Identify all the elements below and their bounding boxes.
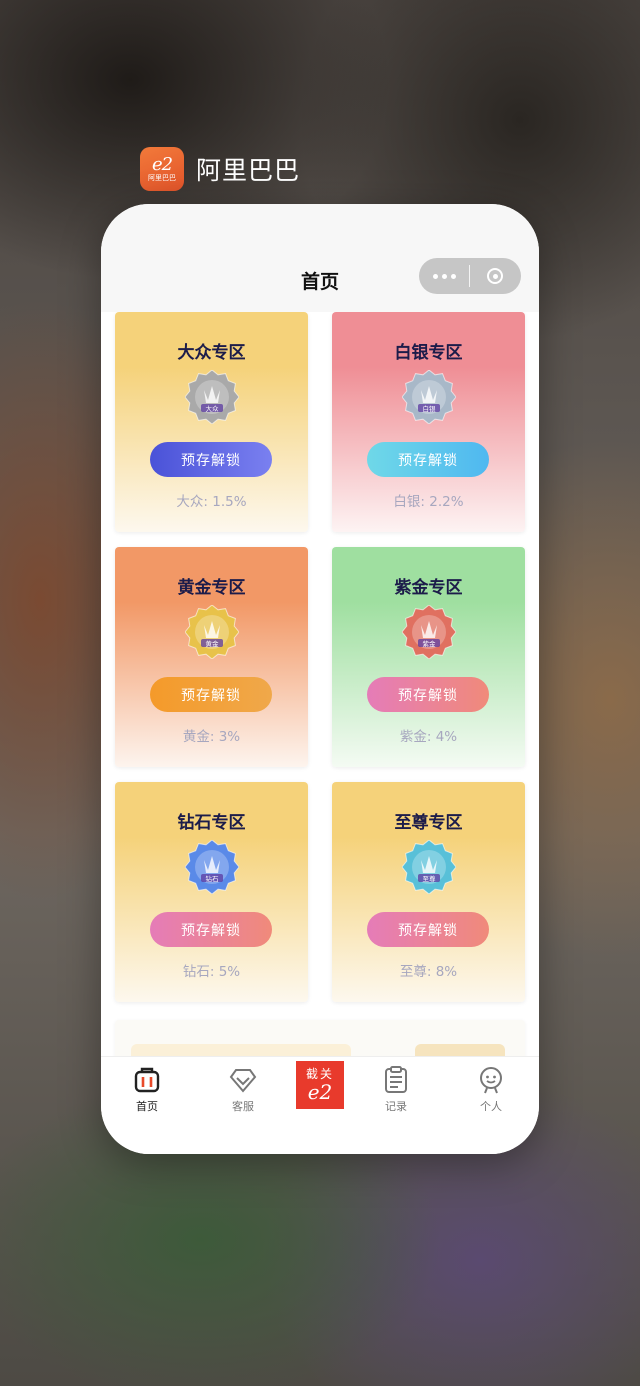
prestore-unlock-button[interactable]: 预存解锁 [150, 677, 272, 712]
rank-badge-icon: 白银 [402, 370, 456, 424]
bottom-tab-bar: 首页 客服 截关 e2 记录 个人 [101, 1056, 539, 1154]
tab-label-home: 首页 [136, 1100, 158, 1113]
tab-service[interactable]: 客服 [199, 1057, 287, 1117]
zone-rate-text: 至尊: 8% [399, 964, 458, 980]
miniprogram-capsule [419, 258, 521, 294]
zone-card[interactable]: 白银专区白银预存解锁白银: 2.2% [332, 312, 525, 532]
tab-profile[interactable]: 个人 [447, 1057, 535, 1117]
tab-center-customs[interactable]: 截关 e2 [296, 1061, 344, 1109]
rank-badge-label: 大众 [206, 404, 220, 413]
zone-card[interactable]: 大众专区大众预存解锁大众: 1.5% [115, 312, 308, 532]
rank-badge-icon: 钻石 [185, 840, 239, 894]
banner-block-left [131, 1044, 351, 1056]
capsule-divider [469, 265, 470, 287]
logo-text: 阿里巴巴 [148, 173, 176, 182]
rank-badge-icon: 大众 [185, 370, 239, 424]
rank-badge-label: 至尊 [423, 874, 437, 883]
tab-home[interactable]: 首页 [103, 1057, 191, 1117]
app-switcher-header: e2 阿里巴巴 阿里巴巴 [140, 147, 300, 191]
zone-rate-text: 紫金: 4% [399, 729, 458, 745]
rank-badge-label: 白银 [423, 404, 437, 413]
rank-badge-icon: 黄金 [185, 605, 239, 659]
prestore-unlock-button[interactable]: 预存解锁 [367, 442, 489, 477]
tab-label-profile: 个人 [480, 1100, 502, 1113]
home-bag-icon [134, 1067, 160, 1093]
alibaba-logo-icon[interactable]: e2 阿里巴巴 [140, 147, 184, 191]
center-tab-text: 截关 [305, 1067, 334, 1081]
main-content[interactable]: 大众专区 大众 预存解锁 大众: 1.5% 白银专区 白银 预存解锁 白银: 2.2% 黄金专区… [101, 312, 539, 1056]
rank-badge-icon: 紫金 [402, 605, 456, 659]
rank-badge-label: 黄金 [206, 639, 220, 648]
tab-records[interactable]: 记录 [352, 1057, 440, 1117]
zone-card-title: 大众专区 [177, 343, 246, 363]
zone-card-title: 白银专区 [394, 343, 463, 363]
prestore-unlock-button[interactable]: 预存解锁 [367, 677, 489, 712]
tab-label-records: 记录 [385, 1100, 407, 1113]
zone-card[interactable]: 黄金专区黄金预存解锁黄金: 3% [115, 547, 308, 767]
diamond-service-icon [229, 1069, 257, 1093]
zone-card[interactable]: 紫金专区紫金预存解锁紫金: 4% [332, 547, 525, 767]
banner-block-right [415, 1044, 505, 1056]
zone-rate-text: 白银: 2.2% [393, 494, 464, 510]
person-icon [480, 1067, 502, 1094]
prestore-unlock-button[interactable]: 预存解锁 [367, 912, 489, 947]
rank-badge-label: 紫金 [423, 639, 437, 648]
rank-badge-label: 钻石 [206, 874, 220, 883]
zone-rate-text: 钻石: 5% [182, 964, 241, 980]
zone-card[interactable]: 至尊专区至尊预存解锁至尊: 8% [332, 782, 525, 1002]
prestore-unlock-button[interactable]: 预存解锁 [150, 442, 272, 477]
zone-card[interactable]: 钻石专区钻石预存解锁钻石: 5% [115, 782, 308, 1002]
app-name: 阿里巴巴 [196, 156, 301, 185]
rank-badge-icon: 至尊 [402, 840, 456, 894]
close-target-icon[interactable] [470, 268, 520, 284]
zone-rate-text: 大众: 1.5% [176, 494, 247, 510]
zone-card-title: 至尊专区 [394, 813, 463, 833]
center-tab-mark: e2 [307, 1080, 333, 1104]
promo-banner[interactable] [115, 1020, 525, 1056]
record-clipboard-icon [385, 1066, 407, 1093]
app-window[interactable]: 首页 大众专区 大众 预存解锁 大众: 1.5% 白银专区 白银 预存解锁 白银: 2.2% 黄… [101, 204, 539, 1154]
prestore-unlock-button[interactable]: 预存解锁 [150, 912, 272, 947]
more-menu-icon[interactable] [419, 273, 469, 279]
zone-card-title: 黄金专区 [177, 578, 246, 598]
zone-rate-text: 黄金: 3% [182, 729, 241, 745]
zone-card-title: 紫金专区 [394, 578, 463, 598]
tab-label-service: 客服 [232, 1100, 254, 1113]
zone-card-title: 钻石专区 [177, 813, 246, 833]
logo-mark: e2 [151, 153, 173, 175]
navigation-bar: 首页 [101, 204, 539, 312]
